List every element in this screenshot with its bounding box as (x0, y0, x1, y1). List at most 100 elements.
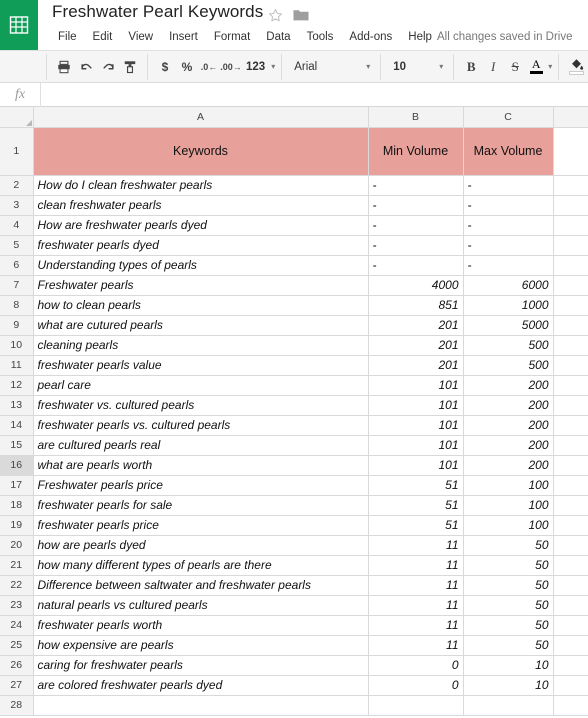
table-row[interactable]: 2 How do I clean freshwater pearls - - (0, 174, 588, 196)
cell-A5[interactable]: freshwater pearls dyed (32, 234, 369, 256)
cell-A6[interactable]: Understanding types of pearls (32, 254, 369, 276)
row-header-21[interactable]: 21 (0, 554, 34, 576)
column-header-b[interactable]: B (367, 107, 464, 128)
cell-A1[interactable]: Keywords (32, 126, 369, 176)
cell-C2[interactable]: - (462, 174, 554, 196)
cell-B8[interactable]: 851 (367, 294, 464, 316)
select-all-corner[interactable] (0, 107, 34, 128)
document-title[interactable]: Freshwater Pearl Keywords (52, 2, 263, 22)
cell-D8[interactable] (552, 294, 588, 316)
cell-B28[interactable] (367, 694, 464, 716)
table-row[interactable]: 1 Keywords Min Volume Max Volume (0, 126, 588, 176)
cell-D27[interactable] (552, 674, 588, 696)
cell-A25[interactable]: how expensive are pearls (32, 634, 369, 656)
more-formats-button[interactable]: 123 (242, 61, 269, 73)
table-row[interactable]: 5 freshwater pearls dyed - - (0, 234, 588, 256)
table-row[interactable]: 23 natural pearls vs cultured pearls 11 50 (0, 594, 588, 616)
cell-A26[interactable]: caring for freshwater pearls (32, 654, 369, 676)
menu-item-edit[interactable]: Edit (85, 30, 121, 44)
menu-item-help[interactable]: Help (400, 30, 440, 44)
row-header-27[interactable]: 27 (0, 674, 34, 696)
cell-D19[interactable] (552, 514, 588, 536)
cell-B21[interactable]: 11 (367, 554, 464, 576)
cell-A4[interactable]: How are freshwater pearls dyed (32, 214, 369, 236)
cell-D7[interactable] (552, 274, 588, 296)
table-row[interactable]: 27 are colored freshwater pearls dyed 0 10 (0, 674, 588, 696)
row-header-4[interactable]: 4 (0, 214, 34, 236)
table-row[interactable]: 15 are cultured pearls real 101 200 (0, 434, 588, 456)
more-formats-caret-icon[interactable]: ▾ (271, 62, 275, 71)
cell-B11[interactable]: 201 (367, 354, 464, 376)
bold-button[interactable]: B (460, 56, 482, 78)
cell-B24[interactable]: 11 (367, 614, 464, 636)
cell-A9[interactable]: what are cutured pearls (32, 314, 369, 336)
cell-A18[interactable]: freshwater pearls for sale (32, 494, 369, 516)
font-size-select[interactable]: 10 ▾ (387, 56, 447, 78)
cell-B25[interactable]: 11 (367, 634, 464, 656)
cell-C17[interactable]: 100 (462, 474, 554, 496)
cell-D5[interactable] (552, 234, 588, 256)
menu-item-tools[interactable]: Tools (299, 30, 342, 44)
cell-C8[interactable]: 1000 (462, 294, 554, 316)
cell-C14[interactable]: 200 (462, 414, 554, 436)
row-header-23[interactable]: 23 (0, 594, 34, 616)
column-header-c[interactable]: C (462, 107, 554, 128)
cell-B27[interactable]: 0 (367, 674, 464, 696)
menu-item-data[interactable]: Data (258, 30, 298, 44)
row-header-16[interactable]: 16 (0, 454, 34, 476)
folder-icon[interactable] (293, 8, 309, 22)
cell-C20[interactable]: 50 (462, 534, 554, 556)
table-row[interactable]: 22 Difference between saltwater and fresh… (0, 574, 588, 596)
cell-C15[interactable]: 200 (462, 434, 554, 456)
menu-item-file[interactable]: File (50, 30, 85, 44)
row-header-6[interactable]: 6 (0, 254, 34, 276)
table-row[interactable]: 14 freshwater pearls vs. cultured pearls 1… (0, 414, 588, 436)
table-row[interactable]: 11 freshwater pearls value 201 500 (0, 354, 588, 376)
cell-D25[interactable] (552, 634, 588, 656)
cell-C16[interactable]: 200 (462, 454, 554, 476)
table-row[interactable]: 24 freshwater pearls worth 11 50 (0, 614, 588, 636)
spreadsheet-grid[interactable]: A B C 1 Keywords Min Volume Max Volume 2 How … (0, 107, 588, 718)
cell-C1[interactable]: Max Volume (462, 126, 554, 176)
cell-A7[interactable]: Freshwater pearls (32, 274, 369, 296)
column-header-a[interactable]: A (32, 107, 369, 128)
cell-D10[interactable] (552, 334, 588, 356)
cell-A3[interactable]: clean freshwater pearls (32, 194, 369, 216)
cell-C26[interactable]: 10 (462, 654, 554, 676)
cell-A21[interactable]: how many different types of pearls are t… (32, 554, 369, 576)
italic-button[interactable]: I (482, 56, 504, 78)
cell-C9[interactable]: 5000 (462, 314, 554, 336)
cell-D14[interactable] (552, 414, 588, 436)
cell-B14[interactable]: 101 (367, 414, 464, 436)
table-row[interactable]: 19 freshwater pearls price 51 100 (0, 514, 588, 536)
table-row[interactable]: 3 clean freshwater pearls - - (0, 194, 588, 216)
row-header-14[interactable]: 14 (0, 414, 34, 436)
cell-B18[interactable]: 51 (367, 494, 464, 516)
cell-D17[interactable] (552, 474, 588, 496)
cell-D24[interactable] (552, 614, 588, 636)
cell-C21[interactable]: 50 (462, 554, 554, 576)
cell-C5[interactable]: - (462, 234, 554, 256)
cell-C28[interactable] (462, 694, 554, 716)
row-header-7[interactable]: 7 (0, 274, 34, 296)
cell-B6[interactable]: - (367, 254, 464, 276)
row-header-17[interactable]: 17 (0, 474, 34, 496)
row-header-13[interactable]: 13 (0, 394, 34, 416)
cell-A24[interactable]: freshwater pearls worth (32, 614, 369, 636)
table-row[interactable]: 4 How are freshwater pearls dyed - - (0, 214, 588, 236)
row-header-10[interactable]: 10 (0, 334, 34, 356)
cell-C24[interactable]: 50 (462, 614, 554, 636)
currency-format-button[interactable]: $ (154, 56, 176, 78)
cell-A8[interactable]: how to clean pearls (32, 294, 369, 316)
cell-B7[interactable]: 4000 (367, 274, 464, 296)
table-row[interactable]: 17 Freshwater pearls price 51 100 (0, 474, 588, 496)
cell-A28[interactable] (32, 694, 369, 716)
text-color-button[interactable]: A (526, 56, 546, 78)
cell-B22[interactable]: 11 (367, 574, 464, 596)
cell-B20[interactable]: 11 (367, 534, 464, 556)
undo-icon[interactable] (75, 56, 97, 78)
table-row[interactable]: 20 how are pearls dyed 11 50 (0, 534, 588, 556)
menu-item-view[interactable]: View (120, 30, 161, 44)
row-header-11[interactable]: 11 (0, 354, 34, 376)
column-header-d[interactable] (552, 107, 588, 128)
